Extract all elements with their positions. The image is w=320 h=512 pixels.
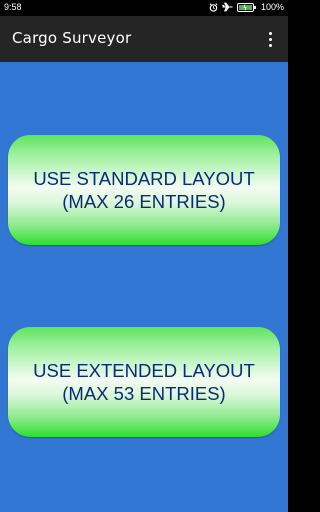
status-bar: 9:58 100% <box>0 0 288 16</box>
status-time: 9:58 <box>4 2 22 12</box>
standard-button-line2: (MAX 26 ENTRIES) <box>62 191 226 212</box>
main-content <box>0 62 288 512</box>
airplane-icon <box>221 2 233 12</box>
standard-button-line1: USE STANDARD LAYOUT <box>33 168 255 189</box>
use-standard-layout-button[interactable]: USE STANDARD LAYOUT (MAX 26 ENTRIES) <box>8 135 280 245</box>
app-bar: Cargo Surveyor <box>0 16 288 62</box>
extended-button-line2: (MAX 53 ENTRIES) <box>62 383 226 404</box>
alarm-icon <box>209 2 218 12</box>
use-extended-layout-button[interactable]: USE EXTENDED LAYOUT (MAX 53 ENTRIES) <box>8 327 280 437</box>
battery-icon <box>236 2 257 12</box>
extended-button-line1: USE EXTENDED LAYOUT <box>33 360 255 381</box>
app-title: Cargo Surveyor <box>12 29 132 47</box>
battery-percent: 100% <box>260 2 284 12</box>
overflow-menu-icon[interactable] <box>260 28 280 50</box>
status-icons: 100% <box>209 2 284 12</box>
